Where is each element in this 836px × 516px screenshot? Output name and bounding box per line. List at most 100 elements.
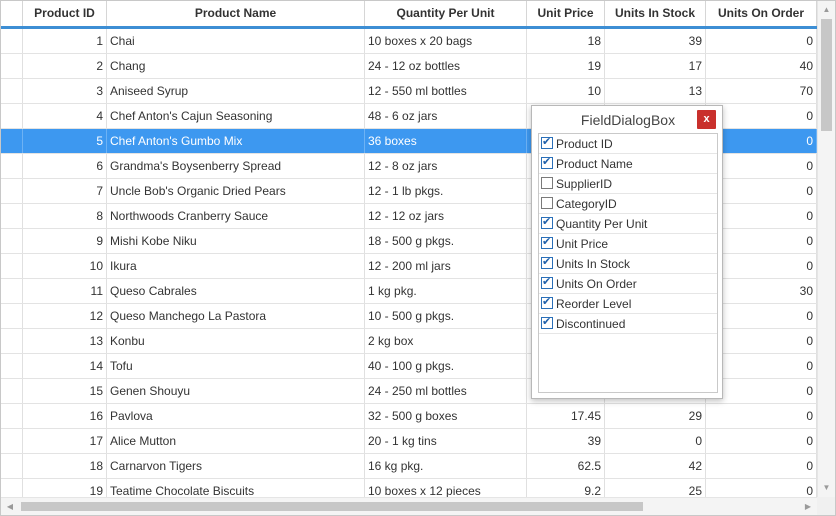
cell-product-id[interactable]: 7 [23,179,107,203]
field-checkbox[interactable] [541,215,553,229]
horizontal-scrollbar[interactable]: ◀ ▶ [1,497,817,515]
cell-product-id[interactable]: 6 [23,154,107,178]
cell-units-in-stock[interactable]: 42 [605,454,706,478]
field-item[interactable]: Product ID [539,134,717,154]
field-item[interactable]: Product Name [539,154,717,174]
cell-quantity-per-unit[interactable]: 36 boxes [365,129,527,153]
cell-product-id[interactable]: 9 [23,229,107,253]
table-row[interactable]: 17 Alice Mutton 20 - 1 kg tins 39 0 0 [1,429,817,454]
cell-quantity-per-unit[interactable]: 16 kg pkg. [365,454,527,478]
column-header-units-on-order[interactable]: Units On Order [706,1,817,26]
cell-product-name[interactable]: Genen Shouyu [107,379,365,403]
row-indicator[interactable] [1,429,23,453]
cell-quantity-per-unit[interactable]: 12 - 8 oz jars [365,154,527,178]
cell-quantity-per-unit[interactable]: 1 kg pkg. [365,279,527,303]
cell-quantity-per-unit[interactable]: 20 - 1 kg tins [365,429,527,453]
field-checkbox[interactable] [541,275,553,289]
row-indicator[interactable] [1,304,23,328]
vertical-scrollbar[interactable]: ▲ ▼ [817,1,835,497]
cell-product-name[interactable]: Chang [107,54,365,78]
cell-product-name[interactable]: Carnarvon Tigers [107,454,365,478]
field-item[interactable]: Units On Order [539,274,717,294]
row-indicator[interactable] [1,129,23,153]
row-indicator[interactable] [1,454,23,478]
cell-units-on-order[interactable]: 0 [706,479,817,497]
cell-product-id[interactable]: 1 [23,29,107,53]
cell-unit-price[interactable]: 17.45 [527,404,605,428]
cell-units-in-stock[interactable]: 39 [605,29,706,53]
cell-product-id[interactable]: 8 [23,204,107,228]
cell-product-name[interactable]: Uncle Bob's Organic Dried Pears [107,179,365,203]
field-checkbox[interactable] [541,155,553,169]
cell-units-in-stock[interactable]: 29 [605,404,706,428]
column-header-units-in-stock[interactable]: Units In Stock [605,1,706,26]
cell-units-on-order[interactable]: 0 [706,429,817,453]
cell-quantity-per-unit[interactable]: 32 - 500 g boxes [365,404,527,428]
column-header-product-id[interactable]: Product ID [23,1,107,26]
vertical-scroll-thumb[interactable] [821,19,832,131]
cell-product-name[interactable]: Mishi Kobe Niku [107,229,365,253]
cell-quantity-per-unit[interactable]: 2 kg box [365,329,527,353]
row-indicator[interactable] [1,29,23,53]
cell-quantity-per-unit[interactable]: 10 boxes x 20 bags [365,29,527,53]
field-item[interactable]: Units In Stock [539,254,717,274]
cell-unit-price[interactable]: 62.5 [527,454,605,478]
cell-product-name[interactable]: Queso Cabrales [107,279,365,303]
cell-product-name[interactable]: Teatime Chocolate Biscuits [107,479,365,497]
cell-product-id[interactable]: 2 [23,54,107,78]
cell-product-id[interactable]: 4 [23,104,107,128]
field-item[interactable]: CategoryID [539,194,717,214]
cell-quantity-per-unit[interactable]: 12 - 550 ml bottles [365,79,527,103]
scroll-right-icon[interactable]: ▶ [801,498,815,515]
cell-quantity-per-unit[interactable]: 40 - 100 g pkgs. [365,354,527,378]
field-checkbox[interactable] [541,315,553,329]
cell-quantity-per-unit[interactable]: 12 - 1 lb pkgs. [365,179,527,203]
cell-product-id[interactable]: 15 [23,379,107,403]
cell-product-id[interactable]: 13 [23,329,107,353]
field-checkbox[interactable] [541,255,553,269]
cell-product-id[interactable]: 19 [23,479,107,497]
cell-unit-price[interactable]: 10 [527,79,605,103]
cell-units-in-stock[interactable]: 17 [605,54,706,78]
cell-product-name[interactable]: Chef Anton's Cajun Seasoning [107,104,365,128]
table-row[interactable]: 19 Teatime Chocolate Biscuits 10 boxes x 1… [1,479,817,497]
field-item[interactable]: SupplierID [539,174,717,194]
cell-quantity-per-unit[interactable]: 48 - 6 oz jars [365,104,527,128]
cell-product-name[interactable]: Aniseed Syrup [107,79,365,103]
cell-product-id[interactable]: 5 [23,129,107,153]
scroll-up-icon[interactable]: ▲ [818,3,835,17]
cell-units-on-order[interactable]: 40 [706,54,817,78]
cell-units-on-order[interactable]: 0 [706,404,817,428]
table-row[interactable]: 2 Chang 24 - 12 oz bottles 19 17 40 [1,54,817,79]
column-header-product-name[interactable]: Product Name [107,1,365,26]
cell-unit-price[interactable]: 39 [527,429,605,453]
cell-units-on-order[interactable]: 0 [706,454,817,478]
row-indicator[interactable] [1,154,23,178]
row-indicator[interactable] [1,179,23,203]
row-indicator[interactable] [1,379,23,403]
row-indicator[interactable] [1,229,23,253]
cell-unit-price[interactable]: 9.2 [527,479,605,497]
field-checkbox[interactable] [541,197,553,209]
column-header-quantity-per-unit[interactable]: Quantity Per Unit [365,1,527,26]
cell-product-id[interactable]: 16 [23,404,107,428]
row-indicator[interactable] [1,79,23,103]
row-indicator[interactable] [1,104,23,128]
cell-product-id[interactable]: 12 [23,304,107,328]
cell-product-name[interactable]: Queso Manchego La Pastora [107,304,365,328]
field-checkbox[interactable] [541,177,553,189]
cell-product-name[interactable]: Pavlova [107,404,365,428]
table-row[interactable]: 3 Aniseed Syrup 12 - 550 ml bottles 10 13 70 [1,79,817,104]
cell-units-on-order[interactable]: 70 [706,79,817,103]
field-item[interactable]: Reorder Level [539,294,717,314]
cell-product-id[interactable]: 18 [23,454,107,478]
cell-quantity-per-unit[interactable]: 10 boxes x 12 pieces [365,479,527,497]
cell-product-name[interactable]: Northwoods Cranberry Sauce [107,204,365,228]
cell-product-id[interactable]: 3 [23,79,107,103]
close-button[interactable]: x [697,110,716,129]
row-indicator[interactable] [1,204,23,228]
field-item[interactable]: Discontinued [539,314,717,334]
cell-product-id[interactable]: 10 [23,254,107,278]
field-item[interactable]: Unit Price [539,234,717,254]
cell-product-name[interactable]: Konbu [107,329,365,353]
